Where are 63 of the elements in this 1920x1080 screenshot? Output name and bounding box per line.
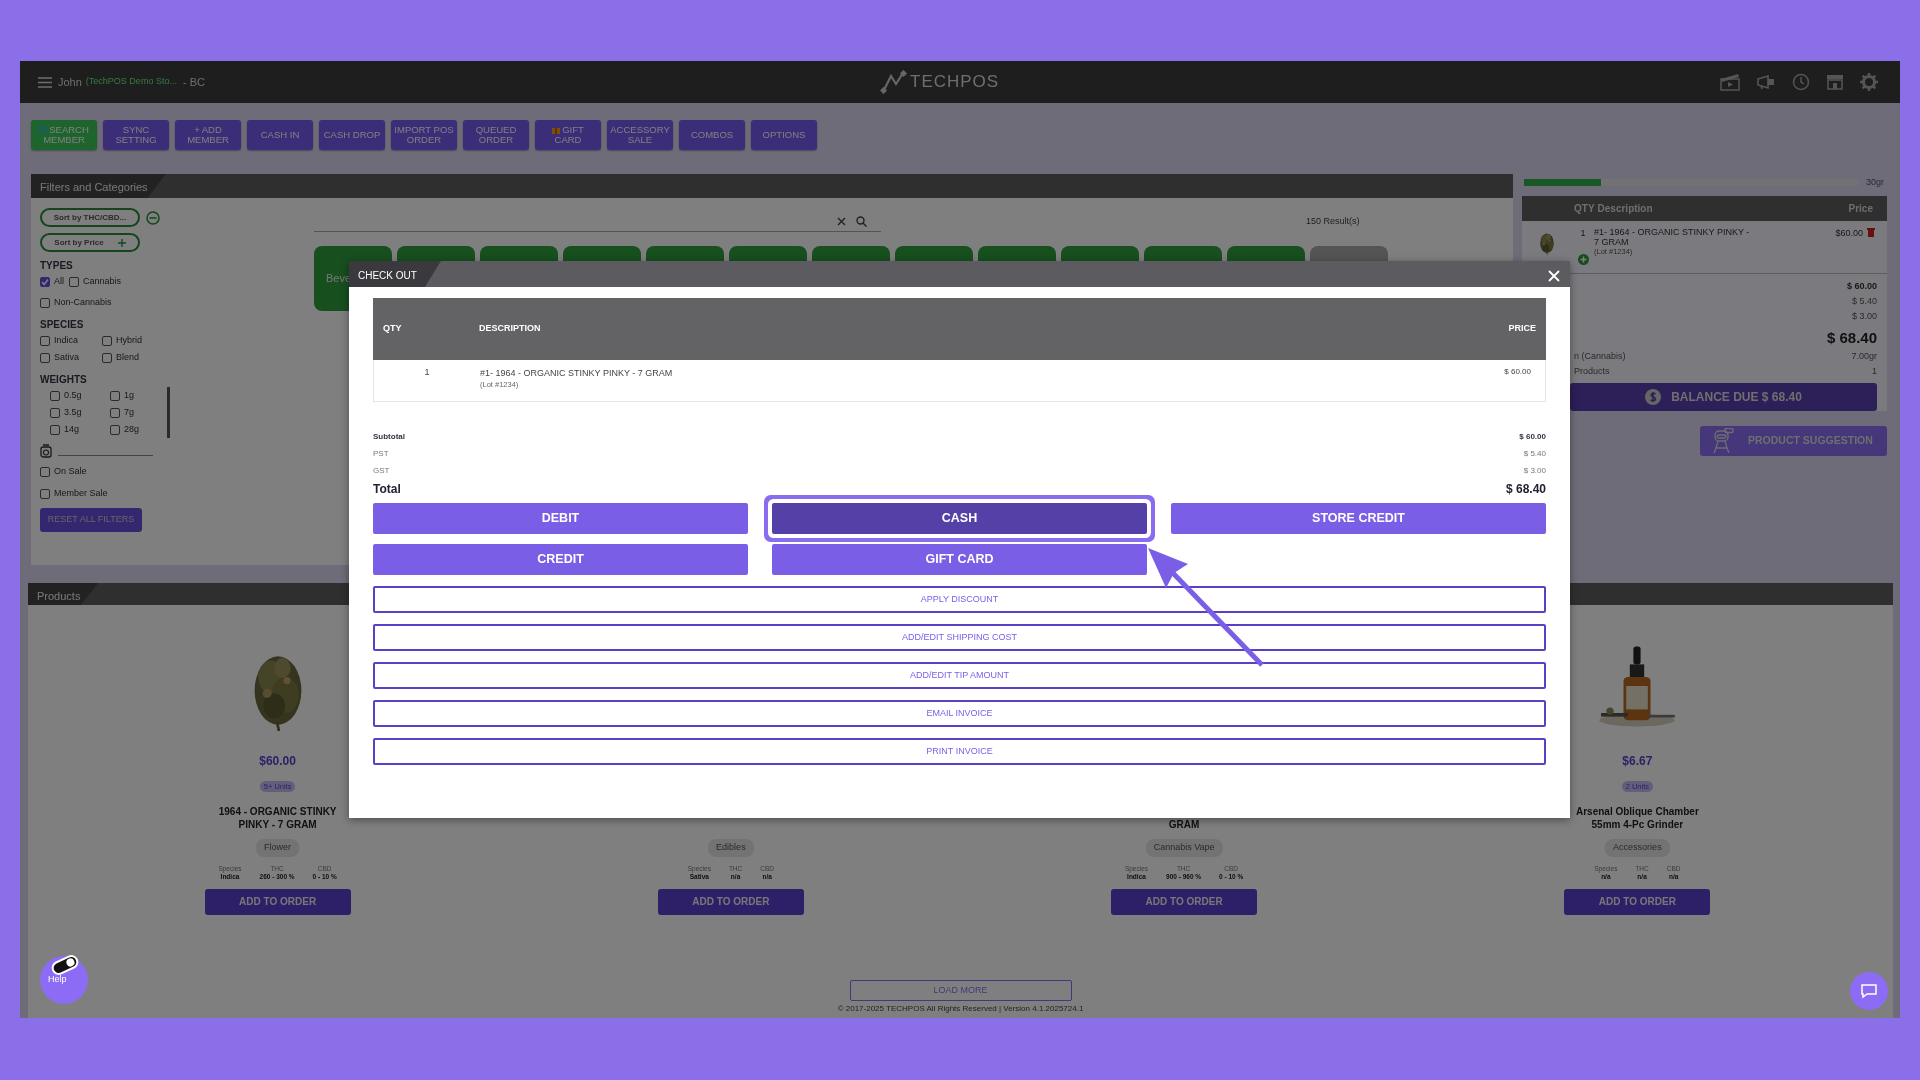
checkbox-label: 28g xyxy=(124,422,140,436)
checkbox-label: Cannabis xyxy=(83,274,122,288)
checkbox-label: Sativa xyxy=(54,350,79,364)
product-name: GRAM xyxy=(1168,818,1200,831)
total-value: $ 3.00 xyxy=(1523,465,1546,477)
column-header: QTY xyxy=(1574,201,1595,216)
amount-value: $ 3.00 xyxy=(1850,309,1877,323)
panel-title: Products xyxy=(28,583,99,605)
quantity: 1 xyxy=(1580,226,1586,240)
column-header: Description xyxy=(1597,201,1653,216)
column-header: QTY xyxy=(382,322,403,336)
product-name: 1964 - ORGANIC STINKY PINKY - 7 GRAM xyxy=(217,805,338,831)
item-description: #1- 1964 - ORGANIC STINKY PINKY - 7 GRAM xyxy=(1594,226,1751,247)
info-value: 7.00gr xyxy=(1851,349,1877,363)
dialog-title: CHECK OUT xyxy=(349,261,441,287)
total-value: $ 5.40 xyxy=(1523,448,1546,460)
checkbox-label: Indica xyxy=(54,333,79,347)
store-name: (TechPOS Demo Sto... xyxy=(85,75,177,89)
info-value: 1 xyxy=(1872,364,1877,378)
copyright-text: © 2017-2025 TECHPOS All Rights Reserved | Version 4.1.2025724.1 xyxy=(837,1003,1084,1015)
checkbox-label: All xyxy=(54,274,64,288)
quantity: 1 xyxy=(424,366,430,379)
user-name: John xyxy=(58,74,82,90)
results-count: 150 Result(s) xyxy=(1306,215,1360,228)
info-label: Products xyxy=(1574,364,1610,378)
total-label: Subtotal xyxy=(373,431,405,443)
checkbox-label: 0.5g xyxy=(64,388,82,402)
item-price: $ 60.00 xyxy=(1504,366,1531,378)
column-header: PRICE xyxy=(1508,322,1536,336)
amount-value: $ 5.40 xyxy=(1850,294,1877,308)
section-title: SPECIES xyxy=(40,318,85,332)
checkbox-label: 3.5g xyxy=(64,405,82,419)
category-tag: Accessories xyxy=(1605,839,1670,857)
item-price: $60.00 xyxy=(1835,226,1863,240)
total-value: $ 60.00 xyxy=(1519,431,1546,443)
category-tag: Cannabis Vape xyxy=(1145,839,1223,857)
weight-limit: 30gr xyxy=(1866,176,1884,189)
checkbox-label: Blend xyxy=(116,350,140,364)
total-value: $ 68.40 xyxy=(1505,481,1546,498)
product-price: $6.67 xyxy=(1622,753,1653,770)
column-header: Price xyxy=(1848,201,1873,216)
item-description: #1- 1964 - ORGANIC STINKY PINKY - 7 GRAM xyxy=(480,368,673,379)
section-title: TYPES xyxy=(40,259,74,273)
region-label: - BC xyxy=(182,74,205,90)
total-label: Total xyxy=(373,481,401,498)
total-label: GST xyxy=(373,465,390,477)
total-label: PST xyxy=(373,448,389,460)
checkbox-label: On Sale xyxy=(54,464,87,478)
checkbox-label: 7g xyxy=(124,405,134,419)
checkbox-label: 1g xyxy=(124,388,134,402)
product-price: $60.00 xyxy=(259,753,296,770)
section-title: WEIGHTS xyxy=(40,373,88,387)
checkbox-label: Member Sale xyxy=(54,486,108,500)
checkbox-label: Hybrid xyxy=(116,333,142,347)
category-tag: Edibles xyxy=(708,839,754,857)
product-name: Arsenal Oblique Chamber 55mm 4-Pc Grinder xyxy=(1574,805,1700,831)
logo-text: TECHPOS xyxy=(910,71,1000,93)
amount-value: $ 60.00 xyxy=(1845,279,1877,293)
panel-title: Filters and Categories xyxy=(31,174,166,198)
checkbox-label: Non-Cannabis xyxy=(54,295,112,309)
checkbox-label: 14g xyxy=(64,422,80,436)
category-tag: Flower xyxy=(256,839,300,857)
column-header: DESCRIPTION xyxy=(479,322,541,336)
